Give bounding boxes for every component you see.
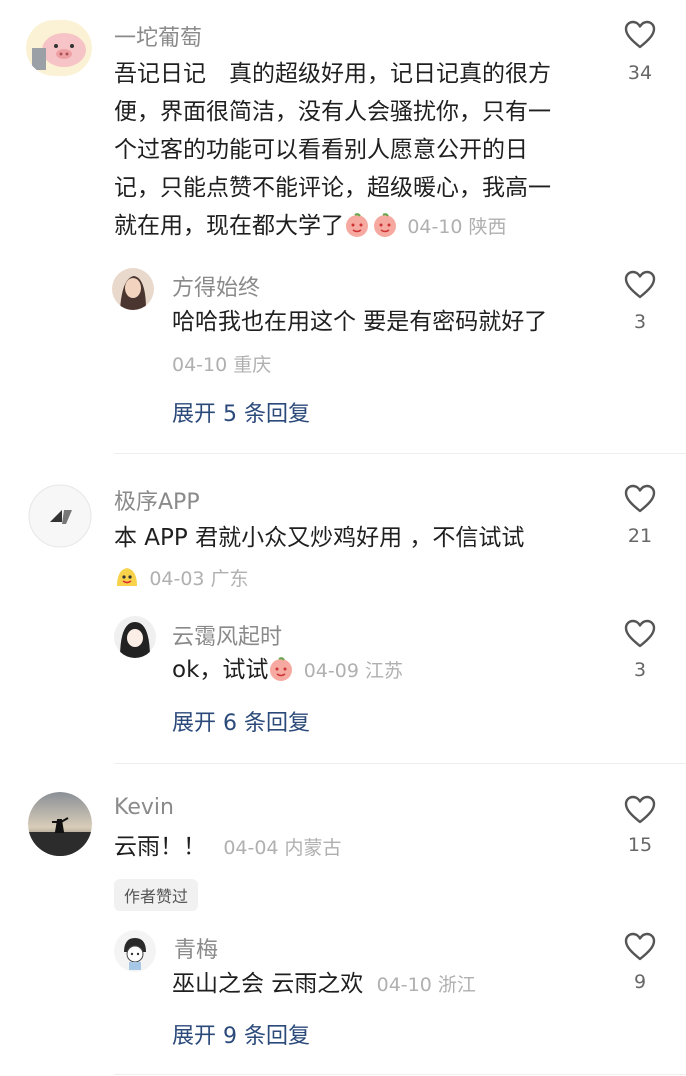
divider <box>114 453 686 454</box>
heart-outline-icon[interactable] <box>624 484 656 514</box>
like-count: 21 <box>627 525 653 547</box>
heart-outline-icon[interactable] <box>624 270 656 300</box>
avatar[interactable] <box>114 930 156 972</box>
comment-meta-row: 04-03 广东 <box>114 559 249 598</box>
avatar[interactable] <box>28 484 92 548</box>
comment-meta: 04-10 陕西 <box>407 216 507 238</box>
peach-emoji-icon <box>374 213 396 237</box>
reply-text: 哈哈我也在用这个 要是有密码就好了 <box>172 309 548 335</box>
avatar[interactable] <box>112 268 154 310</box>
divider <box>114 763 686 764</box>
username[interactable]: 一坨葡萄 <box>114 20 202 52</box>
username[interactable]: 极序APP <box>114 484 200 516</box>
comment-last-line: 就在用，现在都大学了 <box>114 213 344 239</box>
reply-text: 巫山之会 云雨之欢 <box>172 971 364 997</box>
comment-meta: 04-04 内蒙古 <box>223 837 342 859</box>
heart-outline-icon[interactable] <box>624 619 656 649</box>
comment-text: 本 APP 君就小众又炒鸡好用 ，不信试试 <box>114 525 525 551</box>
like-count: 3 <box>633 311 647 333</box>
username[interactable]: Kevin <box>114 795 174 820</box>
comment-text-row: 云雨！！ 04-04 内蒙古 <box>114 828 342 867</box>
reply-meta: 04-09 江苏 <box>303 660 403 682</box>
like-count: 3 <box>633 659 647 681</box>
reply-username[interactable]: 青梅 <box>174 932 218 964</box>
reply-text-row: 巫山之会 云雨之欢 04-10 浙江 <box>172 965 476 1004</box>
expand-replies-link[interactable]: 展开 6 条回复 <box>172 705 310 737</box>
reply-meta: 04-10 浙江 <box>376 974 476 996</box>
like-count: 15 <box>627 834 653 856</box>
reply-text: ok，试试 <box>172 657 269 683</box>
comment-line: 个过客的功能可以看看别人愿意公开的日 <box>114 137 528 163</box>
comment-line: 便，界面很简洁，没有人会骚扰你，只有一 <box>114 99 551 125</box>
like-count: 34 <box>627 62 653 84</box>
comment-meta: 04-03 广东 <box>149 568 249 590</box>
heart-outline-icon[interactable] <box>624 932 656 962</box>
peach-emoji-icon <box>346 213 368 237</box>
like-count: 9 <box>633 971 647 993</box>
emoji-icon <box>117 568 137 586</box>
heart-outline-icon[interactable] <box>624 795 656 825</box>
comment-text: 吾记日记 真的超级好用，记日记真的很方 便，界面很简洁，没有人会骚扰你，只有一 … <box>114 55 594 246</box>
peach-emoji-icon <box>270 657 293 681</box>
comment-line: 就在用，现在都大学了 04-10 陕西 <box>114 207 594 246</box>
reply-meta: 04-10 重庆 <box>172 354 272 376</box>
expand-replies-link[interactable]: 展开 9 条回复 <box>172 1018 310 1050</box>
author-liked-badge: 作者赞过 <box>114 879 199 911</box>
expand-replies-link[interactable]: 展开 5 条回复 <box>172 396 310 428</box>
comment-line: 吾记日记 真的超级好用，记日记真的很方 <box>114 61 551 87</box>
comment-text: 云雨！！ <box>114 834 206 860</box>
reply-text-row: ok，试试 04-09 江苏 <box>172 651 403 690</box>
divider <box>114 1074 686 1075</box>
reply-username[interactable]: 云霭风起时 <box>172 619 282 651</box>
avatar[interactable] <box>26 20 92 76</box>
heart-outline-icon[interactable] <box>624 20 656 50</box>
reply-username[interactable]: 方得始终 <box>172 270 260 302</box>
avatar[interactable] <box>28 792 92 856</box>
avatar[interactable] <box>114 616 156 658</box>
comment-line: 记，只能点赞不能评论，超级暖心，我高一 <box>114 175 551 201</box>
